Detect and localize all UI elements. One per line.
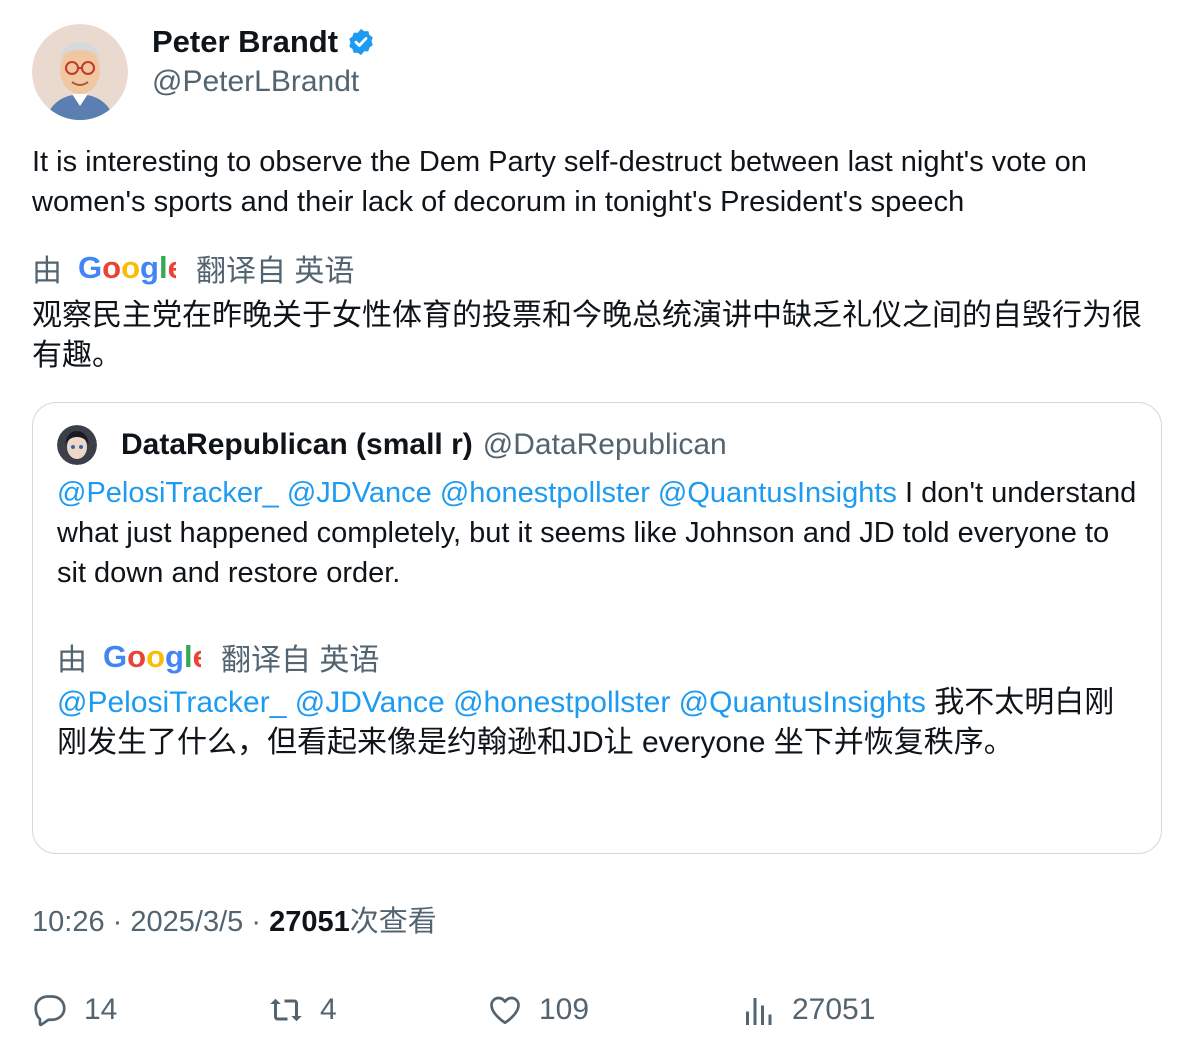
retweet-icon <box>270 998 302 1022</box>
mention-link[interactable]: @honestpollster <box>440 477 650 509</box>
tweet-date[interactable]: 2025/3/5 <box>130 906 243 938</box>
author-avatar[interactable] <box>32 24 128 120</box>
views-count: 27051 <box>792 993 876 1026</box>
google-logo-icon: Google <box>78 250 176 285</box>
mention-link[interactable]: @PelosiTracker_ <box>57 477 279 509</box>
mention-link[interactable]: @PelosiTracker_ <box>57 686 286 719</box>
like-button[interactable]: 109 <box>487 988 589 1032</box>
mention-link[interactable]: @honestpollster <box>453 686 670 719</box>
mention-link[interactable]: @JDVance <box>295 686 445 719</box>
svg-text:Google: Google <box>78 250 176 285</box>
view-count-label: 次查看 <box>349 906 437 938</box>
author-handle[interactable]: @PeterLBrandt <box>152 64 359 100</box>
reply-icon <box>34 995 66 1027</box>
reply-count: 14 <box>84 993 118 1026</box>
views-button[interactable]: 27051 <box>740 988 875 1032</box>
quoted-author-display-name[interactable]: DataRepublican (small r) <box>121 428 473 462</box>
mention-link[interactable]: @QuantusInsights <box>679 686 926 719</box>
tweet-header: Peter Brandt @PeterLBrandt <box>32 24 1162 120</box>
translation-source-label: 翻译自 英语 <box>196 255 355 288</box>
translated-tweet-text: 观察民主党在昨晚关于女性体育的投票和今晚总统演讲中缺乏礼仪之间的自毁行为很有趣。 <box>32 299 1142 372</box>
quoted-tweet-card[interactable]: DataRepublican (small r) @DataRepublican… <box>32 402 1162 854</box>
translation-source-label: 翻译自 英语 <box>221 644 380 677</box>
svg-text:Google: Google <box>103 639 201 674</box>
translation-by-label: 由 <box>32 255 62 288</box>
analytics-bar-chart-icon <box>746 998 772 1025</box>
quoted-translation-attribution: 由 Google 翻译自 英语 <box>57 637 379 677</box>
tweet-text: It is interesting to observe the Dem Par… <box>32 146 1095 218</box>
meta-separator: · <box>251 906 261 938</box>
quoted-author-handle[interactable]: @DataRepublican <box>483 428 727 462</box>
quoted-translated-text: @PelosiTracker_ @JDVance @honestpollster… <box>57 683 1137 763</box>
heart-icon <box>490 996 520 1025</box>
author-display-name[interactable]: Peter Brandt <box>152 24 338 60</box>
reply-button[interactable]: 14 <box>32 988 117 1032</box>
tweet-time[interactable]: 10:26 <box>32 906 105 938</box>
quoted-author-avatar[interactable] <box>57 425 97 465</box>
verified-badge-icon[interactable] <box>346 27 376 57</box>
mention-link[interactable]: @JDVance <box>287 477 432 509</box>
retweet-button[interactable]: 4 <box>268 988 337 1032</box>
tweet-meta: 10:26 · 2025/3/5 · 27051次查看 <box>32 902 437 942</box>
translation-by-label: 由 <box>57 644 87 677</box>
view-count: 27051 <box>269 906 350 938</box>
quoted-tweet-text: @PelosiTracker_ @JDVance @honestpollster… <box>57 473 1137 593</box>
mention-link[interactable]: @QuantusInsights <box>658 477 897 509</box>
retweet-count: 4 <box>320 993 337 1026</box>
google-logo-icon: Google <box>103 639 201 674</box>
meta-separator: · <box>112 906 123 938</box>
translation-attribution: 由 Google 翻译自 英语 <box>32 248 354 288</box>
action-bar: 14 4 109 27051 <box>32 988 1162 1032</box>
like-count: 109 <box>539 993 590 1026</box>
